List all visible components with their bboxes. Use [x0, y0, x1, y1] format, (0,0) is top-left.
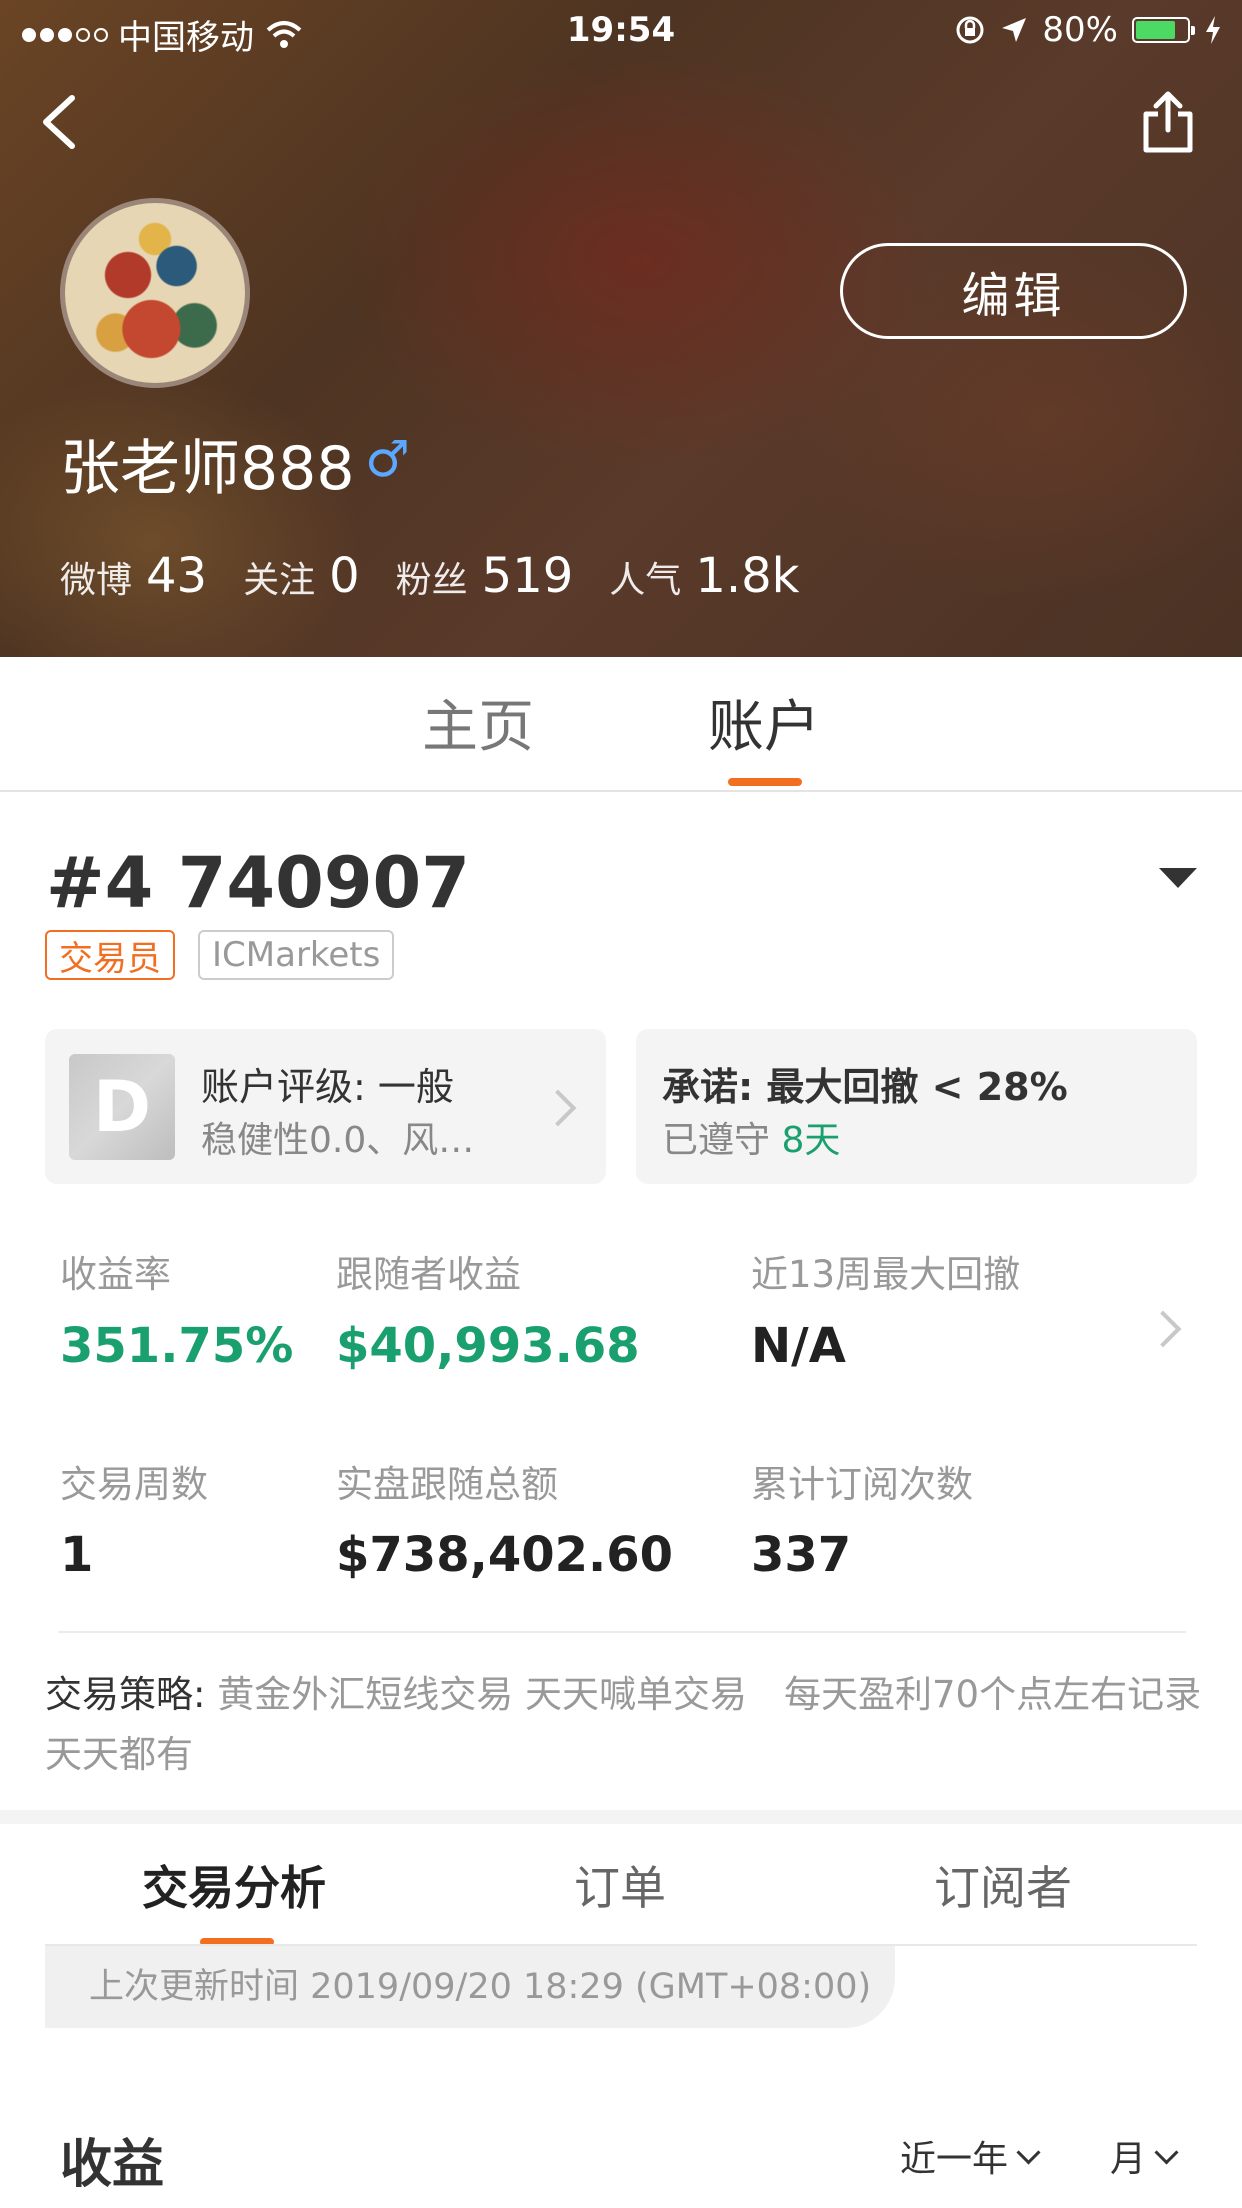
account-rating-card[interactable]: D 账户评级: 一般 稳健性0.0、风… [45, 1029, 606, 1184]
metric-label-trade-weeks: 交易周数 [60, 1463, 208, 1506]
tab-trade-analysis[interactable]: 交易分析 [142, 1852, 326, 1918]
metric-value-follow-total: $738,402.60 [336, 1527, 674, 1583]
metric-value-follower-profit: $40,993.68 [336, 1318, 640, 1374]
male-gender-icon: ♂ [365, 430, 410, 488]
metric-label-max-drawdown: 近13周最大回撤 [751, 1253, 1021, 1296]
edit-profile-button[interactable]: 编辑 [840, 243, 1187, 339]
user-name: 张老师888 [60, 434, 355, 504]
metric-value-return: 351.75% [60, 1318, 294, 1374]
stat-label-posts: 微博 [60, 560, 133, 601]
chevron-right-icon [539, 1089, 577, 1127]
metrics-chevron-right-icon[interactable] [1144, 1310, 1182, 1348]
back-button[interactable] [38, 90, 82, 154]
metric-value-max-drawdown: N/A [751, 1318, 846, 1374]
profile-header: 中国移动 19:54 80% 编辑 张老师888 ♂ 微博 43 关注 0 粉丝… [0, 0, 1242, 657]
stat-value-popularity: 1.8k [695, 548, 800, 604]
location-arrow-icon [1002, 18, 1027, 42]
metric-label-follower-profit: 跟随者收益 [336, 1253, 521, 1296]
stat-value-posts[interactable]: 43 [146, 548, 207, 604]
trading-strategy: 交易策略: 黄金外汇短线交易 天天喊单交易 每天盈利70个点左右记录天天都有 [45, 1665, 1205, 1785]
trader-tag: 交易员 [45, 930, 175, 980]
metric-label-return: 收益率 [60, 1253, 171, 1296]
rating-title: 账户评级: 一般 [201, 1065, 454, 1109]
rating-grade-badge: D [69, 1054, 175, 1160]
section-separator [0, 1810, 1242, 1824]
earnings-title: 收益 [60, 2135, 165, 2195]
period-selector[interactable]: 月 [1110, 2130, 1179, 2182]
metric-label-follow-total: 实盘跟随总额 [336, 1463, 558, 1506]
metric-value-trade-weeks: 1 [60, 1527, 94, 1583]
promise-card: 承诺: 最大回撤 < 28% 已遵守 8天 [636, 1029, 1197, 1184]
status-bar: 中国移动 19:54 80% [0, 0, 1242, 60]
avatar[interactable] [60, 198, 250, 388]
broker-tag: ICMarkets [198, 930, 395, 980]
divider [58, 1631, 1186, 1633]
last-update-banner: 上次更新时间 2019/09/20 18:29 (GMT+08:00) [45, 1946, 895, 2028]
period-label: 月 [1110, 2139, 1147, 2180]
share-button[interactable] [1138, 90, 1198, 154]
chevron-down-icon [1154, 2139, 1179, 2165]
rating-subtitle: 稳健性0.0、风… [201, 1120, 475, 1161]
metric-label-subscriptions: 累计订阅次数 [751, 1463, 973, 1506]
divider [0, 790, 1242, 792]
charging-bolt-icon [1206, 16, 1220, 44]
stat-value-followers[interactable]: 519 [482, 548, 574, 604]
stat-label-followers: 粉丝 [395, 560, 468, 601]
strategy-label: 交易策略: [45, 1673, 206, 1716]
tab-account[interactable]: 账户 [708, 682, 820, 763]
stat-label-popularity: 人气 [609, 560, 682, 601]
battery-percent: 80% [1042, 10, 1118, 50]
tab-home[interactable]: 主页 [422, 682, 534, 763]
promise-kept-label: 已遵守 [662, 1120, 771, 1161]
tab-orders[interactable]: 订单 [574, 1852, 666, 1918]
promise-kept-days: 8天 [781, 1120, 841, 1161]
share-icon [1143, 91, 1193, 153]
stat-value-following[interactable]: 0 [329, 548, 360, 604]
account-switch-dropdown-icon[interactable] [1159, 868, 1197, 888]
stat-label-following: 关注 [243, 560, 316, 601]
account-id: #4 740907 [46, 842, 470, 924]
metric-value-subscriptions: 337 [751, 1527, 852, 1583]
tab-subscribers[interactable]: 订阅者 [934, 1852, 1072, 1918]
range-label: 近一年 [900, 2139, 1009, 2180]
profile-stats: 微博 43 关注 0 粉丝 519 人气 1.8k [60, 548, 835, 604]
active-tab-indicator [728, 778, 802, 786]
battery-icon [1132, 17, 1195, 43]
range-selector[interactable]: 近一年 [900, 2130, 1041, 2182]
strategy-text: 黄金外汇短线交易 天天喊单交易 每天盈利70个点左右记录天天都有 [45, 1673, 1202, 1776]
chevron-down-icon [1016, 2139, 1041, 2165]
promise-title: 承诺: 最大回撤 < 28% [662, 1065, 1068, 1109]
rotation-lock-icon [956, 16, 984, 44]
chevron-left-icon [43, 95, 75, 149]
